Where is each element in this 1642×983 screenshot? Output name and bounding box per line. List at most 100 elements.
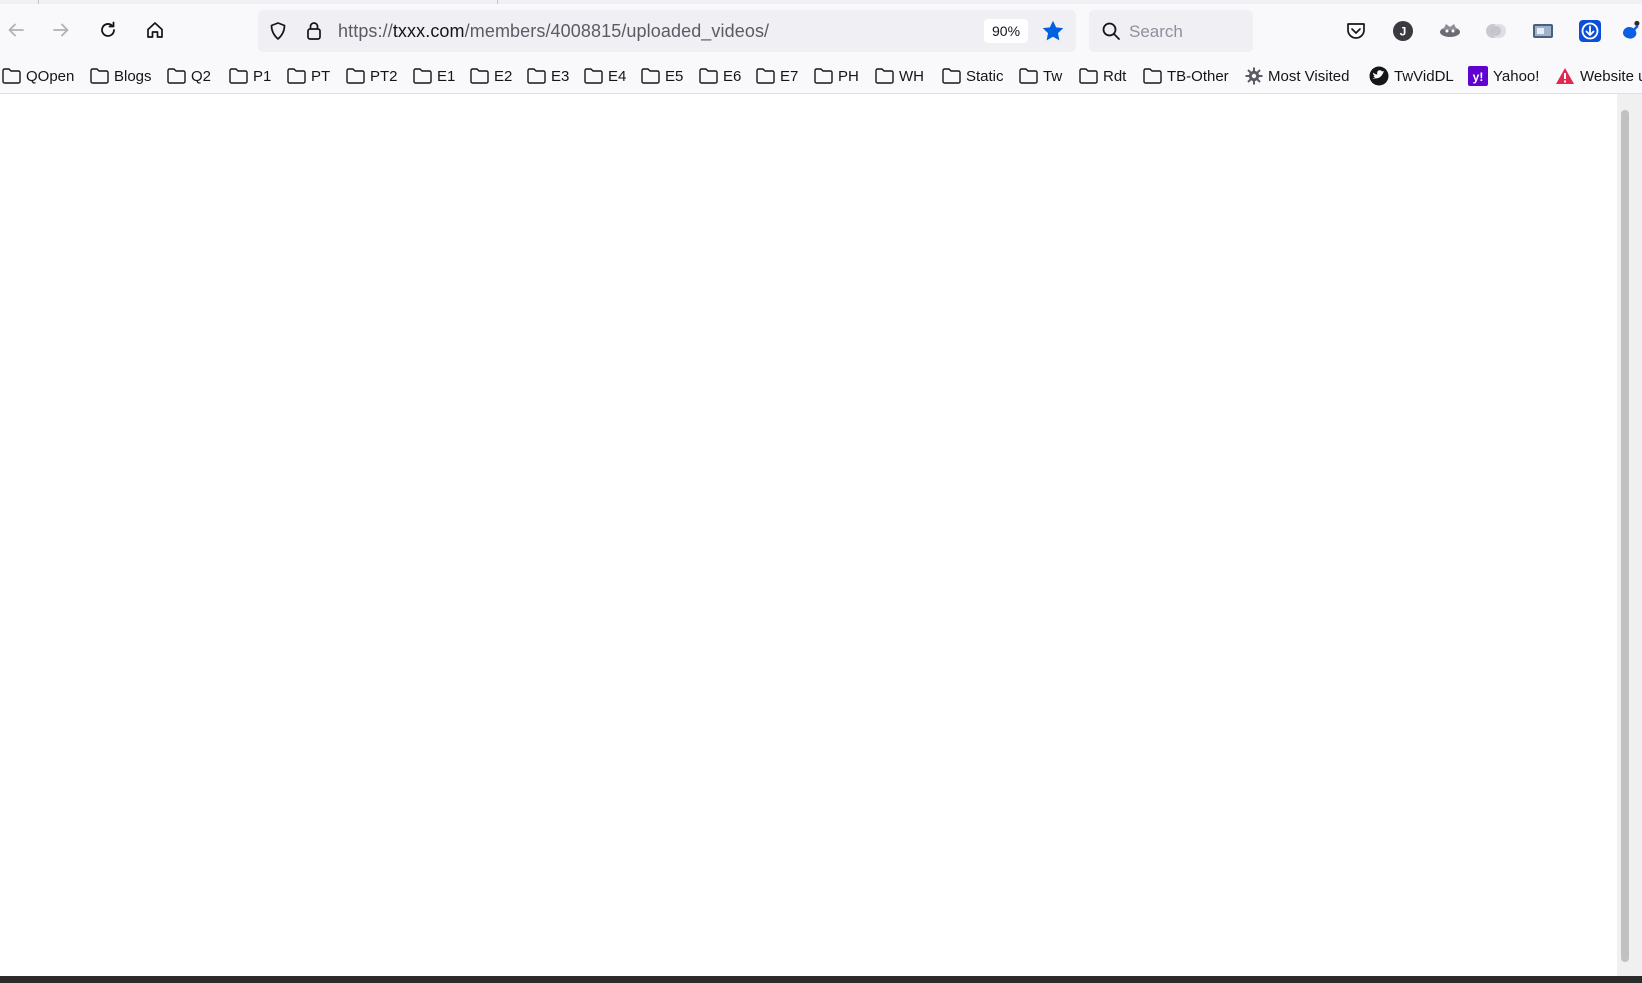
home-button[interactable]: [139, 14, 171, 46]
folder-icon: [584, 68, 603, 84]
bookmark-folder-q2[interactable]: Q2: [167, 63, 211, 89]
bookmark-folder-tw[interactable]: Tw: [1019, 63, 1062, 89]
bookmark-label: E2: [494, 67, 513, 85]
zoom-level-button[interactable]: 90%: [984, 19, 1029, 43]
home-icon: [147, 22, 163, 38]
twviddl-icon: [1369, 66, 1389, 86]
bookmark-star-icon[interactable]: [1040, 18, 1066, 44]
navigation-toolbar: https://txxx.com/members/4008815/uploade…: [0, 4, 1642, 59]
tracking-protection-shield-icon[interactable]: [268, 21, 288, 41]
search-icon: [1102, 22, 1120, 40]
bookmark-label: P1: [253, 67, 272, 85]
avatar-letter: J: [1400, 25, 1407, 39]
folder-icon: [167, 68, 186, 84]
bookmark-label: Blogs: [114, 67, 152, 85]
bookmark-folder-pt2[interactable]: PT2: [346, 63, 398, 89]
bookmark-label: Tw: [1043, 67, 1063, 85]
folder-icon: [942, 68, 961, 84]
bookmark-label: PT2: [370, 67, 398, 85]
folder-icon: [229, 68, 248, 84]
bookmark-label: PH: [838, 67, 859, 85]
url-text[interactable]: https://txxx.com/members/4008815/uploade…: [338, 21, 769, 42]
bookmark-twviddl[interactable]: TwVidDL: [1369, 63, 1454, 89]
extension-icon: [1486, 24, 1506, 38]
bookmark-label: Static: [966, 67, 1004, 85]
page-content: [0, 94, 1617, 976]
bookmark-folder-wh[interactable]: WH: [875, 63, 924, 89]
bookmark-label: Q2: [191, 67, 212, 85]
arrow-left-icon: [8, 23, 24, 37]
folder-icon: [413, 68, 432, 84]
search-placeholder: Search: [1129, 22, 1183, 41]
arrow-right-icon: [53, 23, 69, 37]
folder-icon: [875, 68, 894, 84]
svg-text:y!: y!: [1473, 70, 1484, 84]
bookmark-website[interactable]: Website u: [1555, 63, 1642, 89]
reload-icon: [101, 21, 115, 37]
pocket-button[interactable]: [1343, 18, 1369, 44]
folder-icon: [814, 68, 833, 84]
folder-icon: [1143, 68, 1162, 84]
bookmark-label: PT: [311, 67, 331, 85]
address-bar[interactable]: https://txxx.com/members/4008815/uploade…: [258, 10, 1076, 52]
bookmark-folder-e5[interactable]: E5: [641, 63, 683, 89]
bookmark-folder-e4[interactable]: E4: [584, 63, 626, 89]
bookmark-label: TB-Other: [1167, 67, 1229, 85]
forward-button[interactable]: [45, 14, 77, 46]
bookmark-folder-qopen[interactable]: QOpen: [2, 63, 74, 89]
bookmark-folder-e6[interactable]: E6: [699, 63, 741, 89]
bookmark-folder-static[interactable]: Static: [942, 63, 1004, 89]
extension-button-3[interactable]: [1530, 18, 1556, 44]
extension-button-overflow[interactable]: [1620, 18, 1642, 44]
bookmark-folder-e3[interactable]: E3: [527, 63, 569, 89]
pocket-icon: [1347, 23, 1365, 39]
extension-icon: [1440, 24, 1460, 37]
folder-icon: [90, 68, 109, 84]
bookmark-label: Website u: [1580, 67, 1642, 85]
bookmark-folder-e1[interactable]: E1: [413, 63, 455, 89]
lock-icon[interactable]: [304, 20, 324, 42]
extension-button-1[interactable]: [1437, 18, 1463, 44]
window-bottom-edge: [0, 976, 1642, 983]
bookmark-folder-rdt[interactable]: Rdt: [1079, 63, 1126, 89]
warning-icon: [1556, 68, 1574, 84]
bookmark-folder-pt[interactable]: PT: [287, 63, 330, 89]
folder-icon: [756, 68, 775, 84]
folder-icon: [346, 68, 365, 84]
bookmark-most-visited[interactable]: Most Visited: [1245, 63, 1349, 89]
account-button[interactable]: J: [1390, 18, 1416, 44]
back-button[interactable]: [0, 14, 32, 46]
folder-icon: [470, 68, 489, 84]
download-button[interactable]: [1577, 18, 1603, 44]
account-avatar-icon: J: [1393, 21, 1413, 41]
bookmark-label: E4: [608, 67, 627, 85]
search-bar[interactable]: Search: [1089, 10, 1253, 52]
bookmark-label: WH: [899, 67, 924, 85]
bookmark-label: E7: [780, 67, 799, 85]
folder-icon: [1079, 68, 1098, 84]
url-host: txxx.com: [392, 21, 465, 41]
extension-button-2[interactable]: [1483, 18, 1509, 44]
bookmark-folder-p1[interactable]: P1: [229, 63, 271, 89]
bookmark-folder-tb-other[interactable]: TB-Other: [1143, 63, 1229, 89]
extension-icon: [1623, 20, 1640, 39]
folder-icon: [527, 68, 546, 84]
folder-icon: [2, 68, 21, 84]
bookmark-folder-e2[interactable]: E2: [470, 63, 512, 89]
bookmark-folder-e7[interactable]: E7: [756, 63, 798, 89]
download-icon: [1579, 20, 1601, 42]
bookmark-folder-ph[interactable]: PH: [814, 63, 859, 89]
bookmark-label: E6: [723, 67, 742, 85]
yahoo-icon: y!: [1468, 66, 1488, 86]
bookmark-label: Most Visited: [1268, 67, 1350, 85]
reload-button[interactable]: [92, 14, 124, 46]
folder-icon: [287, 68, 306, 84]
bookmark-yahoo[interactable]: y! Yahoo!: [1468, 63, 1539, 89]
bookmark-label: Yahoo!: [1493, 67, 1540, 85]
scrollbar-thumb[interactable]: [1621, 110, 1629, 962]
url-path: /members/4008815/uploaded_videos/: [464, 21, 770, 41]
bookmark-folder-blogs[interactable]: Blogs: [90, 63, 152, 89]
folder-icon: [641, 68, 660, 84]
gear-icon: [1245, 67, 1263, 85]
bookmark-label: E1: [437, 67, 456, 85]
